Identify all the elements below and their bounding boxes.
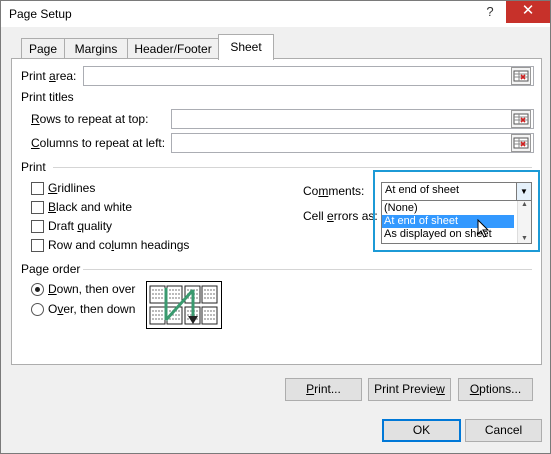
comments-select[interactable]: At end of sheet ▼ (381, 182, 532, 201)
collapse-dialog-icon[interactable] (511, 67, 531, 85)
row-column-headings-label: Row and column headings (48, 238, 190, 252)
comments-label: Comments: (303, 184, 365, 198)
down-then-over-label: Down, then over (48, 282, 136, 296)
scroll-down-icon[interactable]: ▼ (518, 235, 531, 242)
print-heading: Print (21, 160, 46, 174)
dropdown-option[interactable]: As displayed on sheet (382, 228, 514, 241)
chevron-down-icon[interactable]: ▼ (516, 183, 531, 200)
gridlines-checkbox[interactable] (31, 182, 44, 195)
help-button[interactable]: ? (475, 1, 505, 23)
gridlines-label: Gridlines (48, 181, 96, 195)
print-titles-heading: Print titles (21, 90, 74, 104)
tab-margins[interactable]: Margins (64, 38, 128, 59)
black-and-white-label: Black and white (48, 200, 133, 214)
print-area-label: Print area: (21, 69, 77, 83)
scroll-up-icon[interactable]: ▲ (518, 201, 531, 208)
draft-quality-checkbox[interactable] (31, 220, 44, 233)
rows-to-repeat-input[interactable] (171, 109, 534, 129)
over-then-down-label: Over, then down (48, 302, 136, 316)
title-bar: Page Setup ? ✕ (1, 1, 550, 27)
draft-quality-label: Draft quality (48, 219, 113, 233)
collapse-dialog-icon[interactable] (511, 134, 531, 152)
row-column-headings-checkbox[interactable] (31, 239, 44, 252)
window-title: Page Setup (9, 7, 72, 21)
tab-header-footer[interactable]: Header/Footer (127, 38, 219, 59)
page-setup-dialog: Page Setup ? ✕ Page Margins Header/Foote… (0, 0, 551, 454)
cell-errors-label: Cell errors as: (303, 209, 378, 223)
dropdown-option[interactable]: At end of sheet (382, 215, 514, 228)
black-and-white-checkbox[interactable] (31, 201, 44, 214)
over-then-down-radio[interactable] (31, 303, 44, 316)
tab-page[interactable]: Page (21, 38, 65, 59)
print-button[interactable]: Print... (285, 378, 362, 401)
rows-to-repeat-label: Rows to repeat at top: (31, 112, 149, 126)
mouse-cursor-icon (477, 219, 490, 238)
page-order-preview-icon (146, 281, 222, 329)
close-button[interactable]: ✕ (506, 1, 550, 23)
page-order-divider (83, 269, 532, 270)
columns-to-repeat-input[interactable] (171, 133, 534, 153)
print-area-input[interactable] (83, 66, 534, 86)
dropdown-option[interactable]: (None) (382, 202, 514, 215)
comments-dropdown-list: (None) At end of sheet As displayed on s… (381, 200, 532, 244)
down-then-over-radio[interactable] (31, 283, 44, 296)
print-section-divider (53, 167, 532, 168)
options-button[interactable]: Options... (458, 378, 533, 401)
ok-button[interactable]: OK (382, 419, 461, 442)
columns-to-repeat-label: Columns to repeat at left: (31, 136, 166, 150)
dropdown-scrollbar[interactable]: ▲ ▼ (517, 201, 531, 243)
cancel-button[interactable]: Cancel (465, 419, 542, 442)
collapse-dialog-icon[interactable] (511, 110, 531, 128)
print-preview-button[interactable]: Print Preview (368, 378, 451, 401)
tab-sheet[interactable]: Sheet (218, 34, 274, 60)
page-order-heading: Page order (21, 262, 81, 276)
